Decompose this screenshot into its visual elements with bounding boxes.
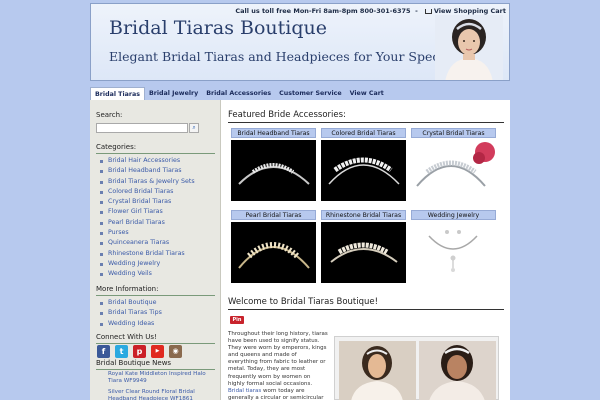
divider xyxy=(228,122,504,123)
tile-label[interactable]: Pearl Bridal Tiaras xyxy=(231,210,316,220)
category-link[interactable]: Wedding Veils xyxy=(96,269,215,279)
divider xyxy=(228,309,504,310)
category-link[interactable]: Pearl Bridal Tiaras xyxy=(96,218,215,228)
divider xyxy=(96,343,215,344)
connect-heading: Connect With Us! xyxy=(96,333,157,341)
pinterest-icon[interactable]: p xyxy=(133,345,146,358)
category-link[interactable]: Bridal Hair Accessories xyxy=(96,156,215,166)
bridal-tiaras-link[interactable]: Bridal tiaras xyxy=(228,388,261,394)
nav-customer-service[interactable]: Customer Service xyxy=(275,87,346,100)
toll-free-text: Call us toll free Mon-Fri 8am-8pm 800-30… xyxy=(235,7,411,15)
more-info-link[interactable]: Bridal Tiaras Tips xyxy=(96,308,215,318)
welcome-text: Throughout their long history, tiaras ha… xyxy=(228,331,328,387)
site-title[interactable]: Bridal Tiaras Boutique xyxy=(109,17,327,39)
search-label: Search: xyxy=(96,111,123,119)
category-link[interactable]: Colored Bridal Tiaras xyxy=(96,187,215,197)
youtube-icon[interactable]: ▶ xyxy=(151,345,164,358)
search-form: ⌕ xyxy=(96,123,199,133)
divider xyxy=(96,369,215,370)
site-tagline: Elegant Bridal Tiaras and Headpieces for… xyxy=(109,49,484,64)
more-info-link[interactable]: Bridal Boutique xyxy=(96,298,215,308)
tile-wedding-jewelry[interactable]: Wedding Jewelry xyxy=(411,210,496,287)
category-link[interactable]: Flower Girl Tiaras xyxy=(96,207,215,217)
tile-rhinestone-tiaras[interactable]: Rhinestone Bridal Tiaras xyxy=(321,210,406,287)
category-link[interactable]: Quinceanera Tiaras xyxy=(96,238,215,248)
colored-tiara-image[interactable] xyxy=(321,140,406,201)
pin-it-button[interactable]: Pin it xyxy=(230,316,244,331)
tile-label[interactable]: Wedding Jewelry xyxy=(411,210,496,220)
tile-crystal-tiaras[interactable]: Crystal Bridal Tiaras xyxy=(411,128,496,205)
main-content: Featured Bride Accessories: Bridal Headb… xyxy=(221,100,510,400)
welcome-paragraph: Throughout their long history, tiaras ha… xyxy=(228,331,328,400)
bride-photo xyxy=(419,341,496,400)
site-header: Bridal Tiaras Boutique Elegant Bridal Ti… xyxy=(90,3,510,81)
more-info-list: Bridal Boutique Bridal Tiaras Tips Weddi… xyxy=(90,298,221,329)
tile-label[interactable]: Bridal Headband Tiaras xyxy=(231,128,316,138)
tile-label[interactable]: Rhinestone Bridal Tiaras xyxy=(321,210,406,220)
tile-label[interactable]: Crystal Bridal Tiaras xyxy=(411,128,496,138)
categories-heading: Categories: xyxy=(96,143,137,151)
news-link[interactable]: Royal Kate Middleton Inspired Halo Tiara… xyxy=(108,371,216,384)
welcome-heading: Welcome to Bridal Tiaras Boutique! xyxy=(228,297,379,307)
headband-tiara-image[interactable] xyxy=(231,140,316,201)
header-contact: Call us toll free Mon-Fri 8am-8pm 800-30… xyxy=(235,7,506,15)
bride-photo xyxy=(435,15,503,80)
more-info-heading: More Information: xyxy=(96,285,159,293)
pearl-tiara-image[interactable] xyxy=(231,222,316,283)
wedding-jewelry-image[interactable] xyxy=(411,222,496,283)
divider xyxy=(96,153,215,154)
news-link[interactable]: Silver Clear Round Floral Bridal Headban… xyxy=(108,389,216,400)
instagram-icon[interactable]: ◉ xyxy=(169,345,182,358)
category-link[interactable]: Crystal Bridal Tiaras xyxy=(96,197,215,207)
nav-bridal-jewelry[interactable]: Bridal Jewelry xyxy=(145,87,202,100)
featured-heading: Featured Bride Accessories: xyxy=(228,110,346,120)
tile-pearl-tiaras[interactable]: Pearl Bridal Tiaras xyxy=(231,210,316,287)
view-cart-link[interactable]: View Shopping Cart xyxy=(434,7,506,15)
nav-view-cart[interactable]: View Cart xyxy=(346,87,388,100)
rhinestone-tiara-image[interactable] xyxy=(321,222,406,283)
tile-colored-tiaras[interactable]: Colored Bridal Tiaras xyxy=(321,128,406,205)
twitter-icon[interactable]: t xyxy=(115,345,128,358)
crystal-tiara-image[interactable] xyxy=(411,140,496,201)
nav-bridal-accessories[interactable]: Bridal Accessories xyxy=(202,87,275,100)
nav-bridal-tiaras[interactable]: Bridal Tiaras xyxy=(90,87,145,100)
main-nav: Bridal Tiaras Bridal Jewelry Bridal Acce… xyxy=(90,87,510,100)
more-info-link[interactable]: Wedding Ideas xyxy=(96,319,215,329)
category-link[interactable]: Bridal Headband Tiaras xyxy=(96,166,215,176)
category-link[interactable]: Bridal Tiaras & Jewelry Sets xyxy=(96,177,215,187)
tile-label[interactable]: Colored Bridal Tiaras xyxy=(321,128,406,138)
facebook-icon[interactable]: f xyxy=(97,345,110,358)
search-icon[interactable]: ⌕ xyxy=(189,123,199,133)
tile-headband-tiaras[interactable]: Bridal Headband Tiaras xyxy=(231,128,316,205)
bride-photo-gallery xyxy=(334,336,499,400)
category-link[interactable]: Rhinestone Bridal Tiaras xyxy=(96,249,215,259)
shopping-cart-icon[interactable] xyxy=(424,8,432,14)
category-link[interactable]: Wedding Jewelry xyxy=(96,259,215,269)
category-link[interactable]: Purses xyxy=(96,228,215,238)
bride-photo xyxy=(339,341,416,400)
category-list: Bridal Hair Accessories Bridal Headband … xyxy=(90,156,221,280)
search-input[interactable] xyxy=(96,123,188,133)
divider xyxy=(96,295,215,296)
news-heading: Bridal Boutique News xyxy=(96,359,172,367)
